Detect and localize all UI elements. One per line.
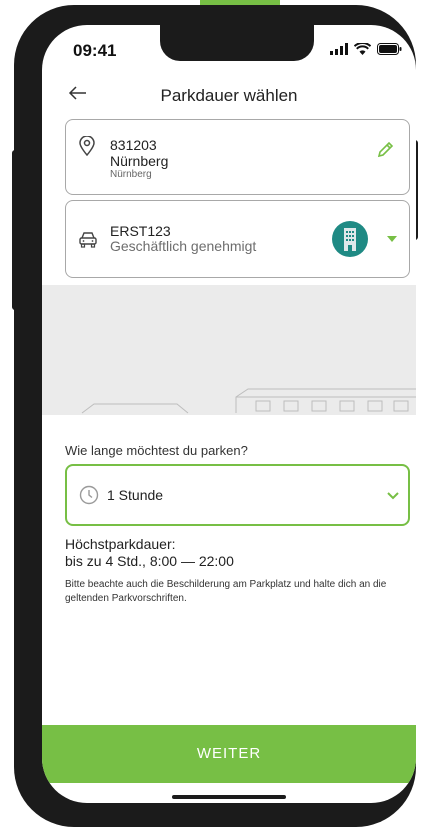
vehicle-card[interactable]: ERST123 Geschäftlich genehmigt [65,200,410,278]
chevron-down-icon [387,492,399,500]
home-indicator [172,795,286,799]
max-duration-title: Höchstparkdauer: [65,536,176,552]
pencil-icon[interactable] [376,141,394,159]
location-subtitle: Nürnberg [110,169,152,180]
phone-screen: 09:41 Parkdauer wählen 831203 Nürnberg N… [42,25,416,803]
location-city: Nürnberg [110,153,169,169]
continue-button[interactable]: WEITER [42,725,416,783]
vehicle-plate: ERST123 [110,223,171,239]
max-duration-hours: bis zu 4 Std., 8:00 — 22:00 [65,553,234,569]
app-header: Parkdauer wählen [42,83,416,111]
clock-icon [79,485,99,505]
business-building-icon [332,221,368,257]
wifi-icon [354,43,371,55]
status-time: 09:41 [73,41,117,60]
signal-icon [330,43,348,55]
phone-notch [160,25,314,61]
duration-question: Wie lange möchtest du parken? [65,443,248,458]
map-buildings-illustration [81,388,416,414]
status-icons [330,43,402,55]
location-zone: 831203 [110,137,157,153]
duration-selected-value: 1 Stunde [107,487,164,503]
page-title: Parkdauer wählen [160,86,298,105]
location-card[interactable]: 831203 Nürnberg Nürnberg [65,119,410,195]
location-pin-icon [79,136,95,156]
caret-down-icon[interactable] [387,236,397,243]
car-icon [79,232,97,248]
parking-rules-note: Bitte beachte auch die Beschilderung am … [65,579,387,604]
phone-frame: 09:41 Parkdauer wählen 831203 Nürnberg N… [14,5,416,827]
vehicle-permission: Geschäftlich genehmigt [110,238,257,254]
map-background [42,285,416,415]
duration-select[interactable]: 1 Stunde [65,464,410,526]
battery-icon [377,43,402,55]
